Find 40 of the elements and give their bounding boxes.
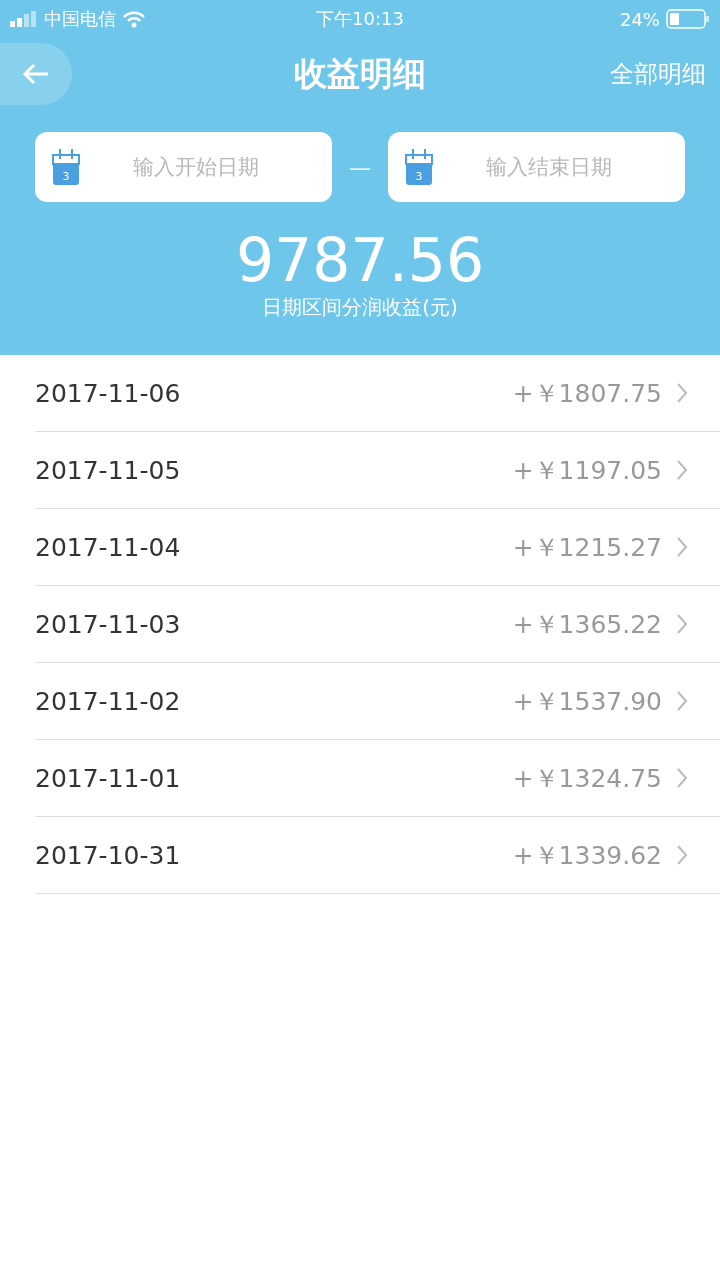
income-row[interactable]: 2017-11-06 +￥1807.75 xyxy=(35,355,720,432)
chevron-icon xyxy=(676,459,688,481)
income-row[interactable]: 2017-11-03 +￥1365.22 xyxy=(35,586,720,663)
chevron-icon xyxy=(676,382,688,404)
income-row[interactable]: 2017-11-01 +￥1324.75 xyxy=(35,740,720,817)
signal-icon xyxy=(10,11,38,27)
income-row[interactable]: 2017-11-05 +￥1197.05 xyxy=(35,432,720,509)
chevron-icon xyxy=(676,690,688,712)
row-amount: +￥1215.27 xyxy=(512,531,662,564)
chevron-icon xyxy=(676,844,688,866)
total-caption: 日期区间分润收益(元) xyxy=(261,294,459,321)
chevron-icon xyxy=(676,767,688,789)
row-date: 2017-11-02 xyxy=(35,686,182,716)
battery-percent: 24% xyxy=(619,8,660,30)
battery-icon xyxy=(666,9,710,29)
chevron-icon xyxy=(676,613,688,635)
carrier-name: 中国电信 xyxy=(44,7,116,31)
wifi-icon xyxy=(122,10,146,28)
row-amount: +￥1324.75 xyxy=(512,762,662,795)
row-date: 2017-11-03 xyxy=(35,609,182,639)
row-date: 2017-11-06 xyxy=(35,378,182,408)
row-amount: +￥1197.05 xyxy=(512,454,662,487)
row-date: 2017-10-31 xyxy=(35,840,182,870)
status-time: 下午10:13 xyxy=(315,7,405,31)
total-amount: 9787.56 xyxy=(234,228,486,292)
row-date: 2017-11-05 xyxy=(35,455,182,485)
back-button[interactable] xyxy=(0,43,72,105)
row-date: 2017-11-01 xyxy=(35,763,182,793)
row-amount: +￥1339.62 xyxy=(512,839,662,872)
range-separator: — xyxy=(348,154,372,180)
income-row[interactable]: 2017-10-31 +￥1339.62 xyxy=(35,817,720,894)
page-title: 收益明细 xyxy=(294,52,426,95)
row-amount: +￥1365.22 xyxy=(512,608,662,641)
chevron-icon xyxy=(676,536,688,558)
back-arrow-icon xyxy=(22,62,50,86)
income-row[interactable]: 2017-11-04 +￥1215.27 xyxy=(35,509,720,586)
income-row[interactable]: 2017-11-02 +￥1537.90 xyxy=(35,663,720,740)
row-amount: +￥1807.75 xyxy=(512,377,662,410)
row-amount: +￥1537.90 xyxy=(512,685,662,718)
row-date: 2017-11-04 xyxy=(35,532,182,562)
